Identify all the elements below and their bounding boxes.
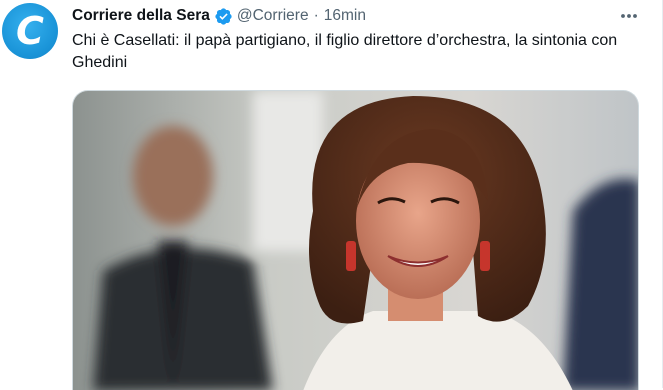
tweet-text: Chi è Casellati: il papà partigiano, il … xyxy=(72,32,618,71)
verified-badge-icon xyxy=(214,7,233,26)
tweet[interactable]: C Corriere della Sera @Corriere · 16min … xyxy=(0,0,663,390)
handle[interactable]: @Corriere xyxy=(237,7,309,25)
avatar-letter: C xyxy=(16,9,44,53)
photo-illustration xyxy=(73,91,638,390)
display-name[interactable]: Corriere della Sera xyxy=(72,7,210,25)
tweet-photo[interactable] xyxy=(72,90,639,390)
more-horizontal-icon xyxy=(621,14,637,18)
tweet-header: Corriere della Sera @Corriere · 16min xyxy=(72,4,366,28)
more-options-button[interactable] xyxy=(618,6,640,26)
timestamp[interactable]: 16min xyxy=(324,7,366,25)
separator-dot: · xyxy=(313,7,319,24)
corriere-logo-icon: C xyxy=(16,9,44,53)
avatar[interactable]: C xyxy=(2,3,58,59)
